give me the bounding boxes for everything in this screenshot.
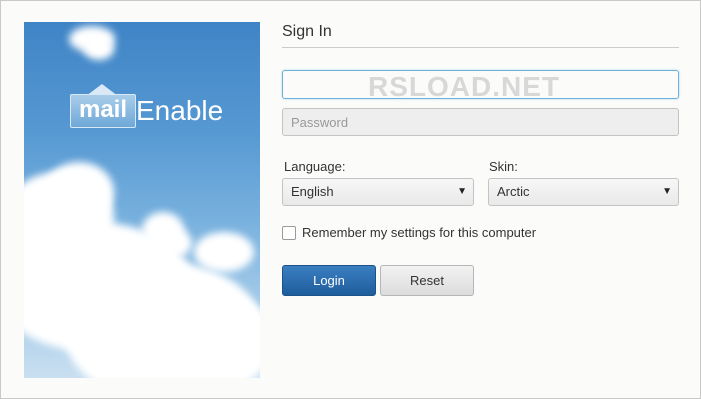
password-input[interactable] <box>282 108 679 136</box>
remember-label[interactable]: Remember my settings for this computer <box>302 225 536 240</box>
chevron-down-icon: ▼ <box>662 186 672 197</box>
brand-panel: mail Enable <box>24 22 260 378</box>
cloud <box>194 232 254 272</box>
title-divider <box>282 47 679 48</box>
username-input[interactable] <box>282 70 679 99</box>
cloud <box>44 162 114 222</box>
login-button[interactable]: Login <box>282 265 376 296</box>
language-value: English <box>291 184 334 199</box>
reset-button[interactable]: Reset <box>380 265 474 296</box>
cloud <box>84 38 114 60</box>
logo-word: Enable <box>136 95 224 126</box>
language-select[interactable]: English ▼ <box>282 178 474 206</box>
page-title: Sign In <box>282 23 332 40</box>
envelope-icon: mail <box>70 84 136 128</box>
remember-checkbox[interactable] <box>282 226 296 240</box>
logo-mark: mail <box>70 94 136 128</box>
login-window: mail Enable Sign In RSLOAD.NET Language:… <box>0 0 701 399</box>
mailenable-logo: mail Enable <box>70 84 223 128</box>
skin-select[interactable]: Arctic ▼ <box>488 178 679 206</box>
language-label: Language: <box>284 159 346 174</box>
skin-value: Arctic <box>497 184 530 199</box>
skin-label: Skin: <box>489 159 518 174</box>
chevron-down-icon: ▼ <box>457 186 467 197</box>
